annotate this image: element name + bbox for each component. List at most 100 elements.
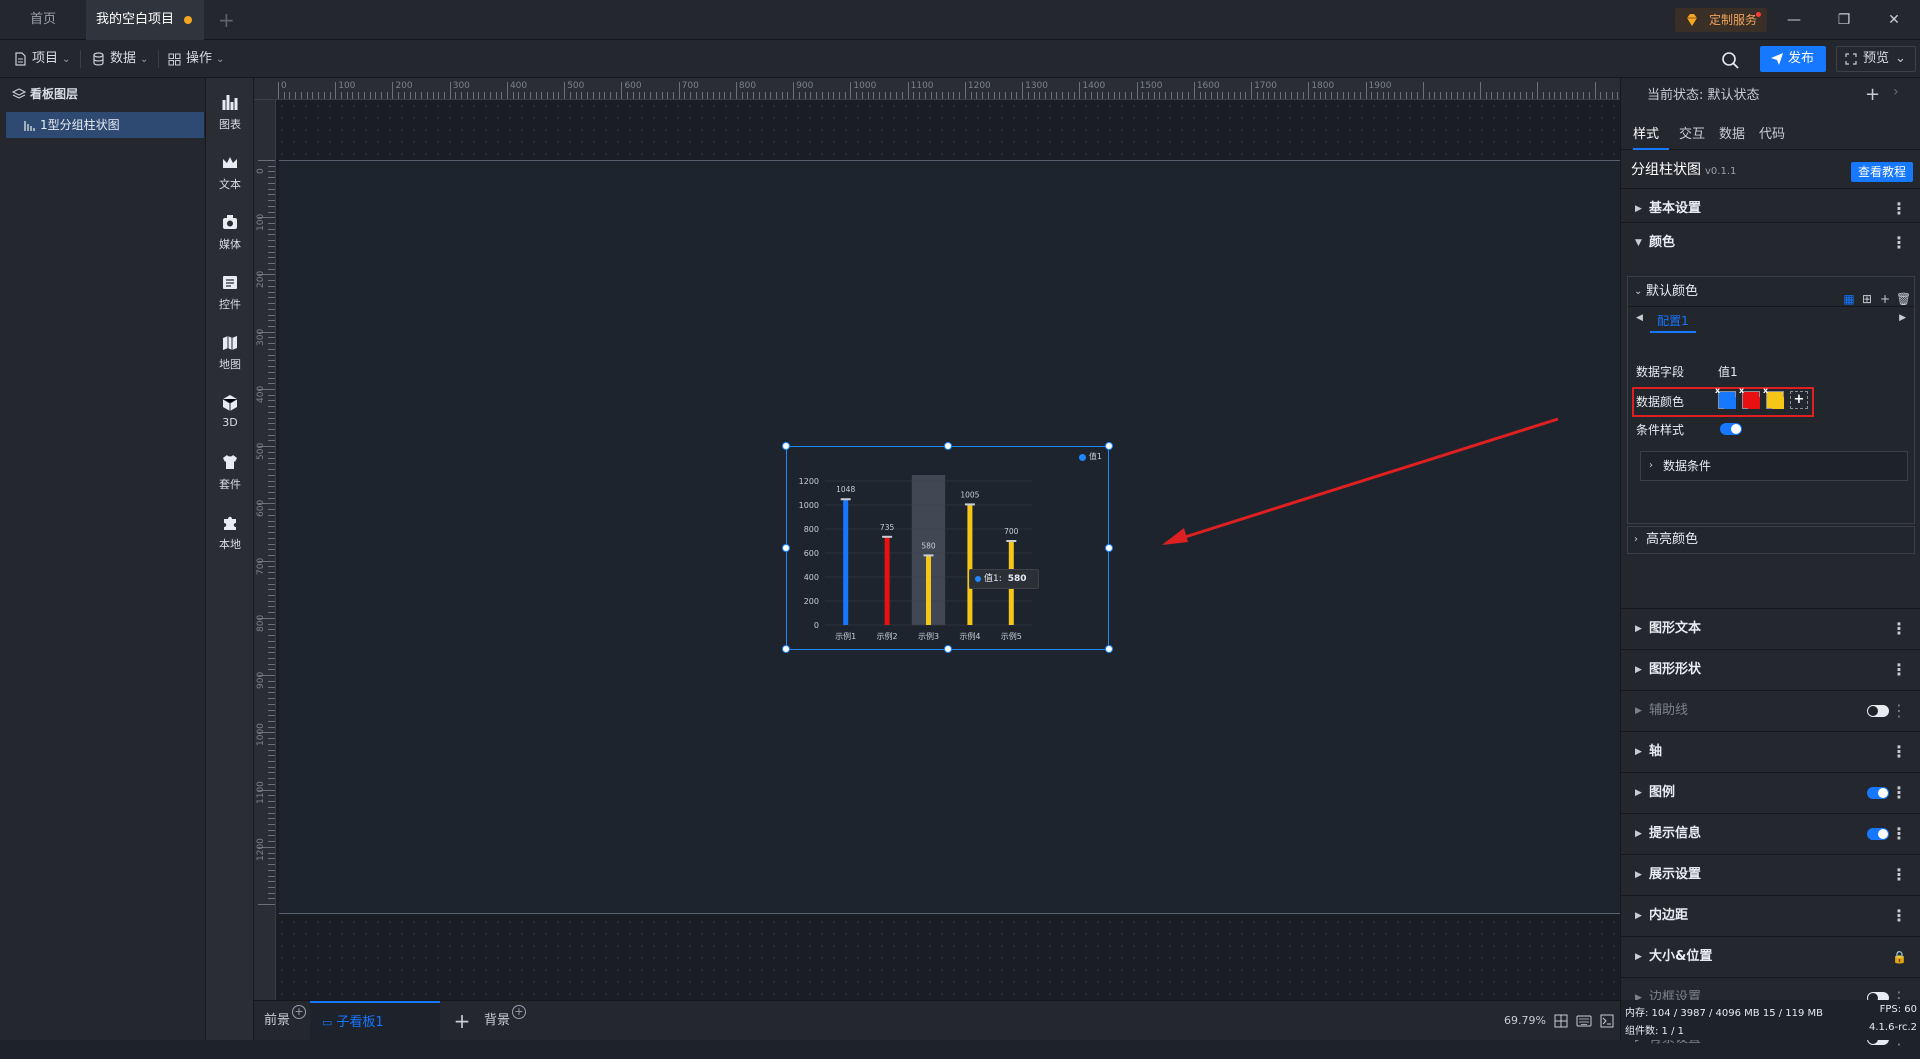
menu-data[interactable]: 数据 ⌄ [90,49,148,69]
data-field-value[interactable]: 值1 [1718,361,1738,383]
search-icon[interactable] [1720,50,1740,70]
tool-text[interactable]: 文本 [206,146,254,198]
resize-handle-s[interactable] [944,645,952,653]
close-button[interactable]: ✕ [1884,10,1904,30]
preview-button[interactable]: 预览 ⌄ [1836,46,1916,72]
ruler-tick [268,383,275,385]
property-section[interactable]: ▶ 辅助线 ⋮ [1621,690,1920,730]
zoom-level[interactable]: 69.79% [1504,1001,1546,1041]
layout-icon[interactable]: ⊞ [1860,292,1874,306]
tool-chart[interactable]: 图表 [206,86,254,138]
config-tab[interactable]: 配置1 [1650,311,1696,333]
color-swatch[interactable]: x [1739,386,1760,409]
property-section[interactable]: ▶ 图形形状 ⋮ [1621,649,1920,689]
remove-swatch-icon[interactable]: x [1739,386,1744,395]
chart-widget[interactable]: 0 200 400 600 800 1000 1200 1048 示例1 735 示例2 580 示例3… [782,442,1113,653]
resize-handle-n[interactable] [944,442,952,450]
resize-handle-se[interactable] [1105,645,1113,653]
section-toggle[interactable] [1867,787,1889,799]
add-board-button[interactable]: + [452,1001,472,1041]
terminal-icon[interactable] [1600,1014,1614,1028]
more-icon[interactable]: ⋮ [1891,691,1907,731]
tab-project[interactable]: 我的空白项目 [86,0,204,40]
property-section[interactable]: ▶ 图形文本 ⋮ [1621,608,1920,648]
resize-handle-e[interactable] [1105,544,1113,552]
property-section[interactable]: ▶ 提示信息 ⋮ [1621,813,1920,853]
state-indicator[interactable]: 当前状态: 默认状态 [1647,86,1760,106]
more-icon[interactable]: ⋮ [1891,223,1907,263]
tool-map[interactable]: 地图 [206,326,254,378]
remove-swatch-icon[interactable]: x [1763,386,1768,395]
lock-icon[interactable]: 🔒 [1892,937,1907,977]
data-label: 1048 [836,485,855,494]
plus-icon[interactable]: + [1878,292,1892,306]
highlight-color-row[interactable]: › 高亮颜色 [1627,526,1915,554]
restore-button[interactable]: ❐ [1834,10,1854,30]
data-condition-row[interactable]: › 数据条件 [1640,451,1908,481]
fit-screen-icon[interactable] [1554,1014,1568,1028]
ruler-label: 1000 [256,723,266,747]
menu-project[interactable]: 项目 ⌄ [12,49,70,69]
section-toggle[interactable] [1867,705,1889,717]
tool-media[interactable]: 媒体 [206,206,254,258]
more-icon[interactable]: ⋮ [1891,855,1907,895]
property-section[interactable]: ▶ 展示设置 ⋮ [1621,854,1920,894]
section-toggle[interactable] [1867,828,1889,840]
table-icon[interactable]: ▦ [1842,292,1856,306]
resize-handle-w[interactable] [782,544,790,552]
trash-icon[interactable]: 🗑 [1896,292,1911,306]
more-icon[interactable]: ⋮ [1891,732,1907,772]
section-label: 图例 [1649,785,1676,800]
minimize-button[interactable]: — [1784,10,1804,30]
ruler-tick [268,429,275,431]
caret-right-icon[interactable]: ▶ [1899,313,1906,323]
add-circle-icon[interactable]: + [292,1005,307,1019]
remove-swatch-icon[interactable]: x [1715,386,1720,395]
caret-left-icon[interactable]: ◀ [1636,313,1643,323]
ruler-tick [541,92,543,99]
menu-operation[interactable]: 操作 ⌄ [166,49,224,69]
tool-control[interactable]: 控件 [206,266,254,318]
color-swatch[interactable]: x [1715,386,1736,409]
color-swatch[interactable]: x [1763,386,1784,409]
sub-board-tab[interactable]: ▭ 子看板1 [310,1001,440,1041]
section-color[interactable]: ▼ 颜色 ⋮ [1621,222,1920,262]
cond-style-toggle[interactable] [1720,423,1742,435]
foreground-tab[interactable]: 前景+ [264,1001,307,1041]
tab-style[interactable]: 样式 [1633,126,1669,150]
layer-item[interactable]: 1型分组柱状图 [6,112,204,138]
more-icon[interactable]: ⋮ [1891,650,1907,690]
add-tab-button[interactable]: + [208,0,235,40]
ruler-tick [268,291,275,293]
chevron-right-icon[interactable]: › [1893,84,1899,100]
keyboard-icon[interactable] [1576,1015,1592,1027]
more-icon[interactable]: ⋮ [1891,896,1907,936]
add-color-button[interactable]: + [1790,391,1808,409]
resize-handle-sw[interactable] [782,645,790,653]
chart-legend[interactable]: 值1 [1078,451,1102,463]
tool-local[interactable]: 本地 [206,506,254,558]
default-color-header[interactable]: ⌄ 默认颜色 ▦ ⊞ + 🗑 [1628,277,1914,307]
publish-button[interactable]: 发布 [1760,46,1826,72]
property-section[interactable]: ▶ 轴 ⋮ [1621,731,1920,771]
more-icon[interactable]: ⋮ [1891,609,1907,649]
tool-kit[interactable]: 套件 [206,446,254,498]
tab-home[interactable]: 首页 [0,0,86,40]
property-section[interactable]: ▶ 大小&位置 🔒 [1621,936,1920,976]
property-section[interactable]: ▶ 内边距 ⋮ [1621,895,1920,935]
add-state-button[interactable]: + [1865,84,1880,105]
resize-handle-ne[interactable] [1105,442,1113,450]
resize-handle-nw[interactable] [782,442,790,450]
tab-interaction[interactable]: 交互 [1679,126,1705,150]
add-circle-icon[interactable]: + [512,1005,527,1019]
custom-service-button[interactable]: 定制服务 [1675,8,1767,32]
more-icon[interactable]: ⋮ [1891,773,1907,813]
tutorial-button[interactable]: 查看教程 [1851,162,1913,182]
background-tab[interactable]: 背景+ [484,1001,527,1041]
tab-data[interactable]: 数据 [1719,126,1745,150]
property-section[interactable]: ▶ 图例 ⋮ [1621,772,1920,812]
tool-3d[interactable]: 3D [206,386,254,438]
send-icon [1771,53,1783,65]
more-icon[interactable]: ⋮ [1891,814,1907,854]
tab-code[interactable]: 代码 [1759,126,1785,150]
